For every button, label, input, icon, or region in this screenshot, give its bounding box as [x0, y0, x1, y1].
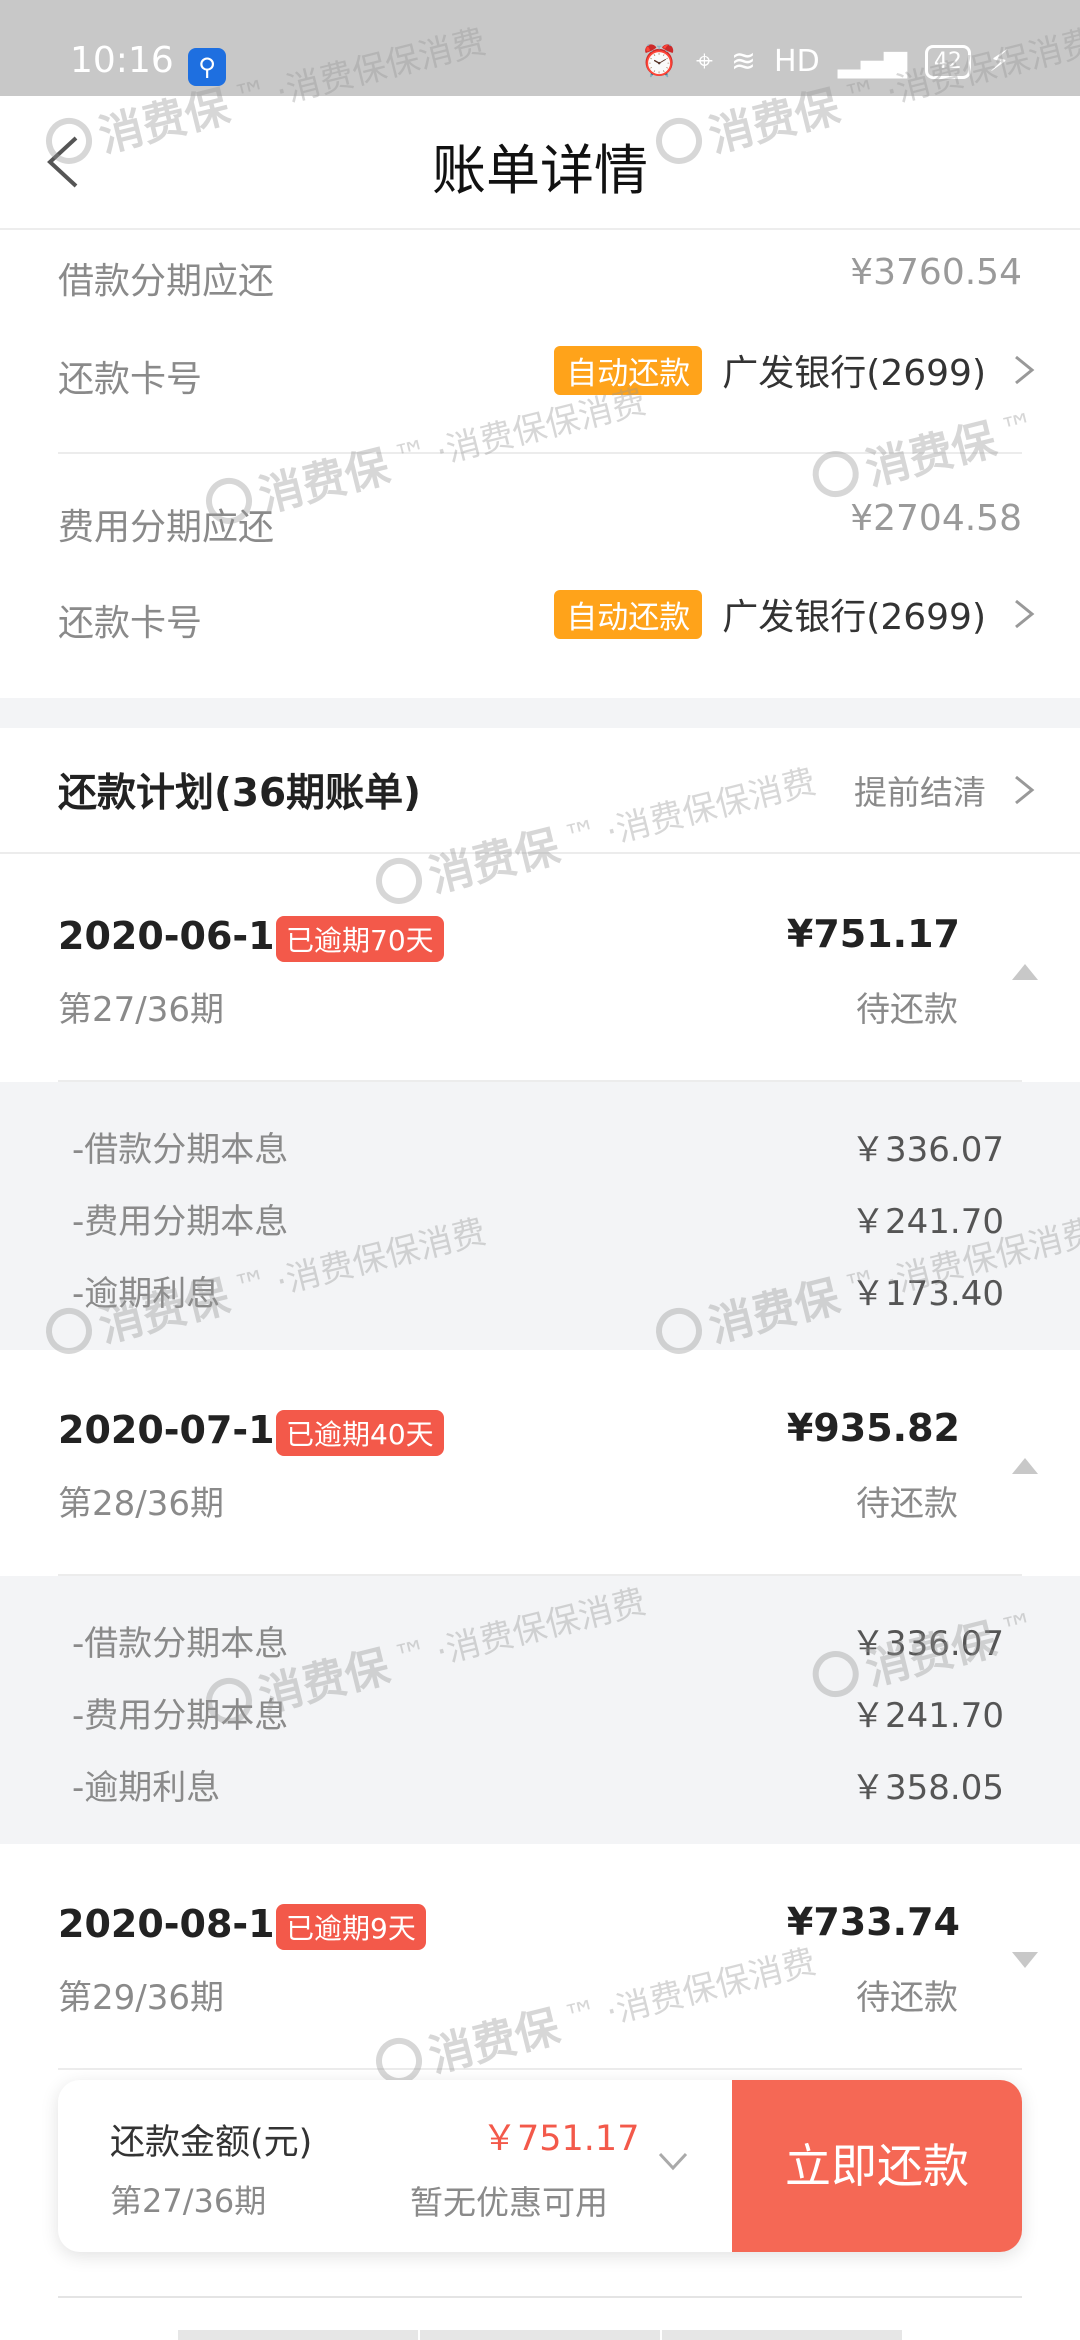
loan-installment-amount: ¥3760.54	[850, 252, 1022, 293]
section-gap	[0, 698, 1080, 728]
overdue-badge: 已逾期40天	[276, 1410, 444, 1456]
detail-label: -借款分期本息	[72, 1624, 289, 1664]
home-indicator	[178, 2330, 418, 2340]
detail-value: ￥336.07	[851, 1130, 1004, 1170]
nav-bar: 账单详情	[0, 96, 1080, 230]
location-icon: ⌖	[696, 44, 713, 79]
detail-label: -费用分期本息	[72, 1202, 289, 1242]
installment-detail-panel: -借款分期本息 ￥336.07 -费用分期本息 ￥241.70 -逾期利息 ￥3…	[0, 1576, 1080, 1844]
installment-date: 2020-08-10	[58, 1902, 302, 1946]
collapse-arrow-icon[interactable]	[1010, 962, 1040, 982]
chevron-right-icon	[1015, 599, 1035, 629]
chevron-down-icon[interactable]	[656, 2146, 690, 2176]
loan-card-selector[interactable]: 自动还款 广发银行(2699)	[554, 344, 1040, 396]
installment-status: 待还款	[856, 990, 958, 1030]
page-title: 账单详情	[432, 139, 648, 202]
auto-pay-badge: 自动还款	[554, 589, 703, 639]
fee-installment-amount: ¥2704.58	[850, 498, 1022, 539]
pay-now-button[interactable]: 立即还款	[732, 2080, 1022, 2252]
overdue-badge: 已逾期70天	[276, 916, 444, 962]
installment-period: 第27/36期	[58, 990, 224, 1030]
network-type: HD	[774, 44, 820, 79]
fee-bank-card: 广发银行(2699)	[722, 597, 986, 638]
home-indicator	[420, 2330, 660, 2340]
divider	[0, 852, 1080, 854]
watermark-logo-icon	[807, 446, 864, 502]
loan-installment-label: 借款分期应还	[58, 261, 275, 302]
watermark: 消费保 ™ ·消费保保消费	[369, 746, 822, 917]
divider	[58, 452, 1022, 454]
repayment-plan-title: 还款计划(36期账单)	[58, 771, 421, 816]
installment-status: 待还款	[856, 1978, 958, 2018]
status-bar: 10:16 ⚲ ⏰ ⌖ ≋ HD ▂▄▆ 42 ⚡	[0, 0, 1080, 96]
payment-amount-label: 还款金额(元)	[110, 2123, 313, 2163]
payment-amount: ￥751.17	[482, 2119, 640, 2159]
installment-amount: ¥751.17	[786, 912, 960, 956]
charging-icon: ⚡	[988, 44, 1010, 79]
expand-arrow-icon[interactable]	[1010, 1950, 1040, 1970]
auto-pay-badge: 自动还款	[554, 345, 703, 395]
status-time: 10:16	[70, 40, 174, 81]
watermark-logo-icon	[371, 853, 427, 909]
fee-card-label: 还款卡号	[58, 603, 203, 644]
chevron-right-icon	[1015, 775, 1035, 805]
detail-label: -借款分期本息	[72, 1130, 289, 1170]
detail-value: ￥358.05	[851, 1768, 1004, 1808]
installment-detail-panel: -借款分期本息 ￥336.07 -费用分期本息 ￥241.70 -逾期利息 ￥1…	[0, 1082, 1080, 1350]
early-settle-label: 提前结清	[854, 773, 986, 812]
detail-value: ￥241.70	[851, 1696, 1004, 1736]
detail-value: ￥241.70	[851, 1202, 1004, 1242]
divider	[58, 2296, 1022, 2298]
notification-app-icon: ⚲	[188, 48, 226, 86]
loan-bank-card: 广发银行(2699)	[722, 353, 986, 394]
installment-period: 第28/36期	[58, 1484, 224, 1524]
battery-indicator: 42	[924, 44, 971, 79]
overdue-badge: 已逾期9天	[276, 1904, 426, 1950]
detail-value: ￥173.40	[851, 1274, 1004, 1314]
installment-status: 待还款	[856, 1484, 958, 1524]
watermark: 消费保 ™ ·消费保保消费	[369, 1926, 822, 2097]
early-settle-button[interactable]: 提前结清	[854, 766, 1040, 814]
detail-value: ￥336.07	[851, 1624, 1004, 1664]
alarm-icon: ⏰	[640, 44, 678, 79]
detail-label: -逾期利息	[72, 1274, 221, 1314]
installment-date: 2020-06-10	[58, 914, 302, 958]
fee-installment-label: 费用分期应还	[58, 507, 275, 548]
fee-card-selector[interactable]: 自动还款 广发银行(2699)	[554, 588, 1040, 640]
payment-period: 第27/36期	[110, 2182, 267, 2220]
divider	[58, 2068, 1022, 2070]
collapse-arrow-icon[interactable]	[1010, 1456, 1040, 1476]
detail-label: -逾期利息	[72, 1768, 221, 1808]
wifi-icon: ≋	[730, 44, 757, 79]
detail-label: -费用分期本息	[72, 1696, 289, 1736]
installment-period: 第29/36期	[58, 1978, 224, 2018]
installment-amount: ¥733.74	[786, 1900, 960, 1944]
chevron-right-icon	[1015, 355, 1035, 385]
status-icons: ⏰ ⌖ ≋ HD ▂▄▆ 42 ⚡	[641, 44, 1010, 79]
home-indicator	[662, 2330, 902, 2340]
discount-info: 暂无优惠可用	[410, 2183, 608, 2222]
loan-card-label: 还款卡号	[58, 359, 203, 400]
payment-bar: 还款金额(元) 第27/36期 ￥751.17 暂无优惠可用 立即还款	[58, 2080, 1022, 2252]
signal-icon: ▂▄▆	[837, 44, 907, 79]
installment-date: 2020-07-10	[58, 1408, 302, 1452]
installment-amount: ¥935.82	[786, 1406, 960, 1450]
